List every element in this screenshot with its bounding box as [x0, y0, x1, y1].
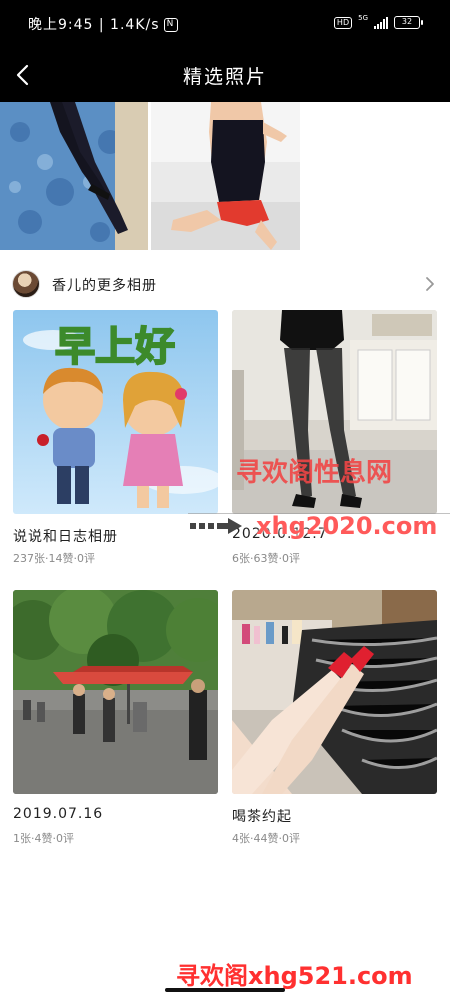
more-albums-header[interactable]: 香儿的更多相册 [0, 262, 450, 306]
network-type: 5G [358, 13, 368, 22]
watermark-footer: 寻欢阁xhg521.com [176, 962, 413, 990]
battery-icon: 32 [394, 16, 423, 29]
album-thumbnail[interactable] [13, 590, 218, 794]
status-time-network: 晚上9:45 | 1.4K/s N [28, 14, 178, 34]
signal-icon [374, 16, 388, 29]
greeting-text: 早上好 [55, 324, 175, 370]
more-albums-label: 香儿的更多相册 [52, 278, 157, 294]
home-indicator[interactable] [165, 988, 285, 992]
featured-photo-2[interactable] [151, 102, 300, 250]
album-thumbnail[interactable]: 早上好 [13, 310, 218, 514]
status-time-text: 晚上9:45 | 1.4K/s [28, 17, 160, 33]
status-bar: 晚上9:45 | 1.4K/s N HD 5G 32 [0, 0, 450, 48]
featured-photo-1[interactable] [0, 102, 148, 250]
watermark-url: xhg2020.com [256, 512, 438, 540]
chevron-right-icon[interactable] [422, 274, 438, 294]
nfc-icon: N [163, 18, 178, 32]
album-meta: 4张·44赞·0评 [232, 832, 300, 845]
album-meta: 237张·14赞·0评 [13, 552, 95, 565]
top-nav-bar: 精选照片 [0, 48, 450, 102]
album-meta: 6张·63赞·0评 [232, 552, 300, 565]
album-title: 喝茶约起 [232, 809, 292, 825]
hd-icon: HD [333, 16, 353, 29]
status-indicators: HD 5G 32 [333, 13, 423, 29]
album-meta: 1张·4赞·0评 [13, 832, 74, 845]
avatar[interactable] [12, 270, 40, 298]
watermark-text: 寻欢阁性息网 [236, 458, 393, 488]
album-title: 2019.07.16 [13, 806, 104, 822]
album-thumbnail[interactable] [232, 590, 437, 794]
featured-photos-row [0, 102, 450, 250]
page-title: 精选照片 [182, 66, 267, 88]
album-title: 说说和日志相册 [13, 529, 118, 545]
arrow-right-icon [190, 518, 242, 534]
